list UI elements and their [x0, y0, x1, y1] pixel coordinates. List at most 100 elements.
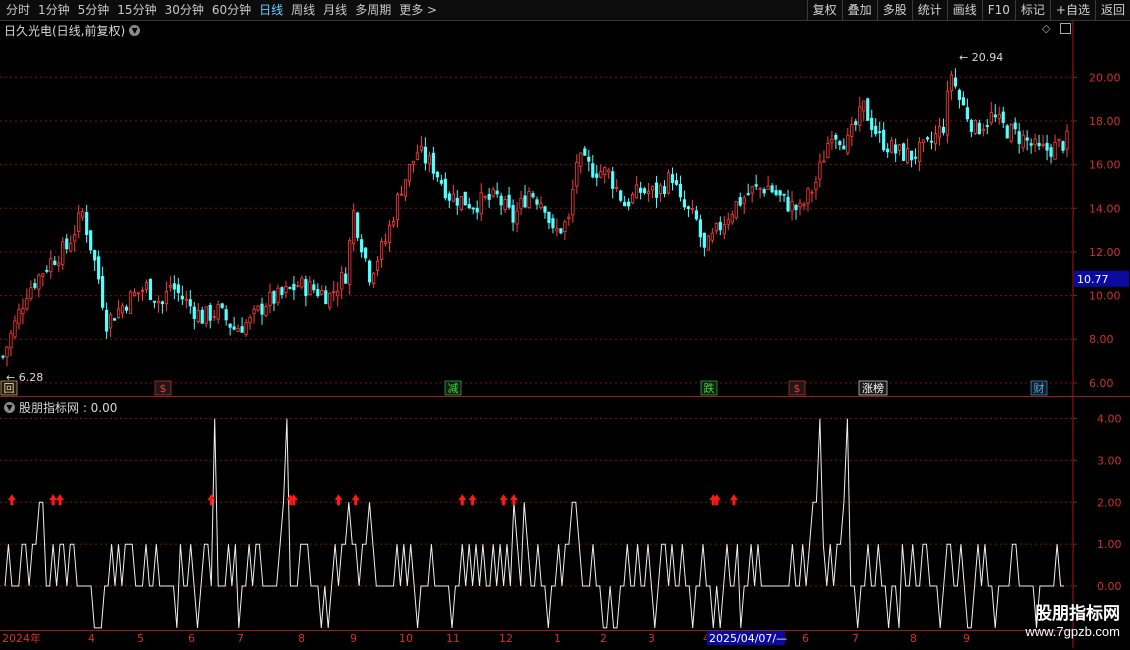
candle-body — [758, 187, 762, 190]
candle-body — [148, 278, 153, 300]
candle-body — [93, 250, 97, 261]
candle-body — [929, 140, 934, 143]
candle-body — [1045, 142, 1049, 151]
x-axis-label: 12 — [499, 632, 513, 645]
candle-body — [336, 290, 340, 297]
signal-arrow-icon — [499, 494, 508, 506]
candle-body — [1037, 142, 1041, 147]
candle-body — [61, 241, 65, 265]
candle-body — [395, 194, 400, 221]
candle-body — [981, 128, 985, 132]
event-marker-label: $ — [794, 382, 801, 395]
candle-body — [25, 298, 29, 310]
indicator-tick-label: 1.00 — [1097, 538, 1122, 551]
candle-body — [790, 201, 794, 212]
candle-body — [874, 125, 878, 135]
candle-body — [507, 194, 511, 208]
candle-body — [750, 186, 754, 194]
candle-body — [232, 326, 236, 330]
candle-body — [21, 308, 25, 314]
candle-body — [595, 173, 599, 178]
signal-arrow-icon — [207, 494, 216, 506]
candle-body — [503, 199, 507, 210]
x-axis-label: 3 — [648, 632, 655, 645]
candle-body — [571, 188, 575, 216]
candle-body — [611, 171, 615, 189]
event-marker-label: 回 — [4, 382, 15, 395]
candle-body — [85, 212, 89, 236]
candle-body — [419, 145, 424, 151]
candle-body — [455, 197, 459, 206]
signal-arrow-icon — [509, 494, 518, 506]
candle-body — [543, 206, 547, 213]
candle-body — [1061, 141, 1065, 151]
candle-body — [1025, 137, 1029, 141]
candle-body — [878, 131, 882, 134]
candle-body — [579, 152, 583, 167]
candle-body — [818, 161, 822, 180]
candle-body — [989, 112, 993, 124]
candle-body — [666, 172, 671, 194]
candle-body — [220, 303, 224, 308]
candle-body — [623, 201, 627, 207]
candle-body — [786, 196, 790, 212]
candle-body — [320, 290, 324, 295]
candle-body — [495, 190, 499, 195]
candle-body — [1005, 125, 1009, 139]
candle-body — [248, 316, 252, 324]
candle-body — [427, 155, 431, 165]
candle-body — [949, 74, 954, 92]
candle-body — [236, 328, 240, 333]
candle-body — [969, 119, 973, 132]
candle-body — [212, 315, 216, 318]
candle-body — [953, 77, 958, 87]
candle-body — [551, 218, 555, 229]
candle-body — [985, 125, 989, 127]
candle-body — [670, 174, 675, 183]
candle-body — [830, 139, 834, 144]
watermark-title: 股朋指标网 — [1035, 604, 1120, 624]
candle-body — [216, 303, 220, 320]
candle-body — [850, 124, 854, 137]
candle-body — [204, 306, 208, 324]
candle-body — [866, 98, 870, 121]
candle-body — [515, 210, 519, 225]
indicator-tick-label: 3.00 — [1097, 454, 1122, 467]
x-axis-label: 1 — [554, 632, 561, 645]
candle-body — [902, 143, 906, 161]
candle-body — [407, 164, 412, 182]
candle-body — [451, 193, 455, 202]
candle-body — [172, 283, 176, 290]
candle-body — [842, 145, 846, 150]
signal-arrow-icon — [458, 494, 467, 506]
candle-body — [17, 309, 21, 325]
candle-body — [965, 107, 969, 120]
signal-arrow-icon — [49, 494, 58, 506]
candle-body — [360, 239, 364, 253]
candle-body — [961, 97, 965, 106]
candle-body — [730, 214, 734, 223]
candle-body — [41, 273, 45, 277]
candle-body — [913, 156, 918, 159]
candle-body — [89, 230, 93, 251]
candle-body — [754, 184, 758, 187]
x-axis-label: 2 — [600, 632, 607, 645]
candle-body — [870, 117, 874, 130]
candle-body — [132, 292, 137, 297]
candle-body — [603, 167, 607, 176]
chart-canvas[interactable]: 20.0018.0016.0014.0012.0010.008.006.0010… — [0, 0, 1130, 650]
candle-body — [57, 262, 61, 266]
candle-body — [706, 235, 710, 251]
candle-body — [252, 308, 256, 314]
candle-body — [619, 190, 623, 201]
candle-body — [686, 206, 691, 210]
x-axis-label: 9 — [350, 632, 357, 645]
candle-body — [124, 306, 129, 311]
candle-body — [192, 306, 196, 319]
candle-body — [674, 180, 679, 185]
event-marker-label: 财 — [1034, 381, 1045, 395]
price-tick-label: 16.00 — [1089, 159, 1121, 172]
candle-body — [1017, 131, 1021, 144]
candle-body — [1001, 111, 1005, 123]
candle-body — [527, 191, 531, 208]
